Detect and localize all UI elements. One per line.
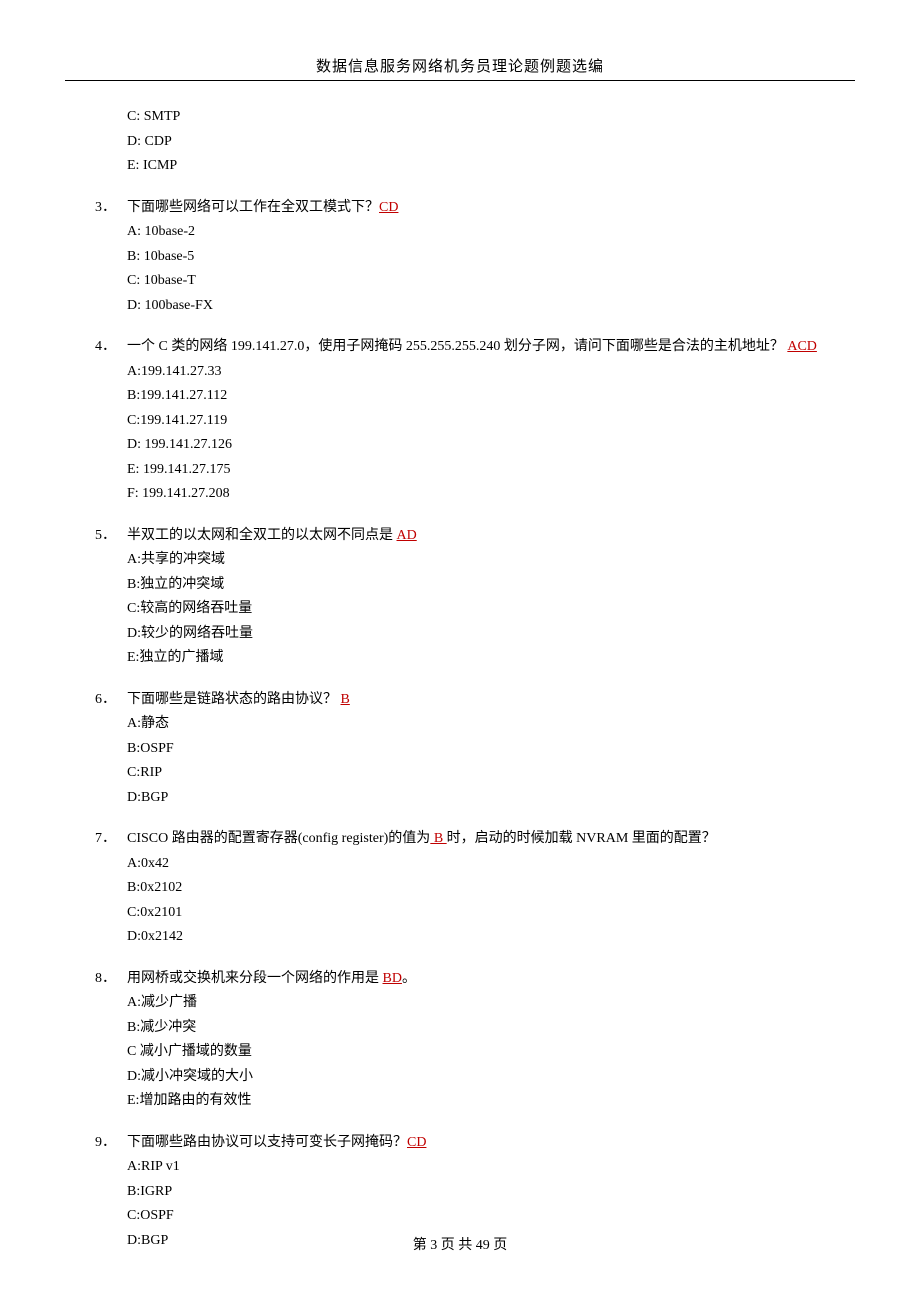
option: B:减少冲突 [95,1016,845,1041]
question-number: 5． [95,524,127,549]
document-page: 数据信息服务网络机务员理论题例题选编 C: SMTP D: CDP E: ICM… [0,0,920,1253]
option: A:RIP v1 [95,1155,845,1180]
question-8: 8． 用网桥或交换机来分段一个网络的作用是 BD。 A:减少广播 B:减少冲突 … [95,967,845,1114]
option: B:OSPF [95,737,845,762]
option: B:0x2102 [95,876,845,901]
answer-key: BD [383,971,402,986]
question-3: 3． 下面哪些网络可以工作在全双工模式下？CD A: 10base-2 B: 1… [95,196,845,319]
question-text-pre: CISCO 路由器的配置寄存器(config register)的值为 [127,831,430,846]
option: C: 10base-T [95,269,845,294]
question-4: 4． 一个 C 类的网络 199.141.27.0，使用子网掩码 255.255… [95,335,845,507]
prev-option: E: ICMP [95,154,845,179]
question-text-pre: 下面哪些路由协议可以支持可变长子网掩码？ [127,1135,407,1150]
option: A: 10base-2 [95,220,845,245]
question-stem: 6． 下面哪些是链路状态的路由协议？ B [95,688,845,713]
question-text-pre: 下面哪些网络可以工作在全双工模式下？ [127,200,379,215]
answer-key: CD [379,200,398,215]
option: D: 100base-FX [95,294,845,319]
question-text-pre: 半双工的以太网和全双工的以太网不同点是 [127,528,397,543]
option: A:0x42 [95,852,845,877]
question-number: 9． [95,1131,127,1156]
option: C:199.141.27.119 [95,409,845,434]
question-text-post: 。 [402,971,416,986]
option: E:独立的广播域 [95,646,845,671]
question-7: 7． CISCO 路由器的配置寄存器(config register)的值为 B… [95,827,845,950]
option: B:199.141.27.112 [95,384,845,409]
question-text: 一个 C 类的网络 199.141.27.0，使用子网掩码 255.255.25… [127,335,845,360]
question-text: 下面哪些网络可以工作在全双工模式下？CD [127,196,845,221]
option: A:静态 [95,712,845,737]
option: E: 199.141.27.175 [95,458,845,483]
question-number: 6． [95,688,127,713]
answer-key: AD [397,528,417,543]
question-text: CISCO 路由器的配置寄存器(config register)的值为 B 时，… [127,827,845,852]
question-5: 5． 半双工的以太网和全双工的以太网不同点是 AD A:共享的冲突域 B:独立的… [95,524,845,671]
question-text: 下面哪些路由协议可以支持可变长子网掩码？CD [127,1131,845,1156]
question-text-pre: 用网桥或交换机来分段一个网络的作用是 [127,971,383,986]
question-number: 7． [95,827,127,852]
option: C:较高的网络吞吐量 [95,597,845,622]
question-number: 3． [95,196,127,221]
question-text: 半双工的以太网和全双工的以太网不同点是 AD [127,524,845,549]
option: A:199.141.27.33 [95,360,845,385]
option: B:IGRP [95,1180,845,1205]
header-rule [65,80,855,81]
question-text-post: 时，启动的时候加载 NVRAM 里面的配置？ [447,831,716,846]
page-footer: 第 3 页 共 49 页 [0,1234,920,1254]
question-number: 8． [95,967,127,992]
question-text-pre: 下面哪些是链路状态的路由协议？ [127,692,341,707]
option: C:0x2101 [95,901,845,926]
prev-option: D: CDP [95,130,845,155]
content-area: C: SMTP D: CDP E: ICMP 3． 下面哪些网络可以工作在全双工… [65,105,855,1253]
option: D:BGP [95,786,845,811]
question-stem: 5． 半双工的以太网和全双工的以太网不同点是 AD [95,524,845,549]
question-number: 4． [95,335,127,360]
question-stem: 9． 下面哪些路由协议可以支持可变长子网掩码？CD [95,1131,845,1156]
option: F: 199.141.27.208 [95,482,845,507]
option: D:减小冲突域的大小 [95,1065,845,1090]
question-stem: 3． 下面哪些网络可以工作在全双工模式下？CD [95,196,845,221]
question-text: 下面哪些是链路状态的路由协议？ B [127,688,845,713]
option: D:较少的网络吞吐量 [95,622,845,647]
option: D: 199.141.27.126 [95,433,845,458]
option: C:OSPF [95,1204,845,1229]
option: D:0x2142 [95,925,845,950]
question-stem: 8． 用网桥或交换机来分段一个网络的作用是 BD。 [95,967,845,992]
question-text: 用网桥或交换机来分段一个网络的作用是 BD。 [127,967,845,992]
question-stem: 4． 一个 C 类的网络 199.141.27.0，使用子网掩码 255.255… [95,335,845,360]
option: B:独立的冲突域 [95,573,845,598]
option: E:增加路由的有效性 [95,1089,845,1114]
question-stem: 7． CISCO 路由器的配置寄存器(config register)的值为 B… [95,827,845,852]
option: A:共享的冲突域 [95,548,845,573]
option: A:减少广播 [95,991,845,1016]
question-text-pre: 一个 C 类的网络 199.141.27.0，使用子网掩码 255.255.25… [127,339,787,354]
answer-key: B [430,831,446,846]
answer-key: CD [407,1135,426,1150]
answer-key: ACD [787,339,817,354]
prev-option: C: SMTP [95,105,845,130]
page-header-title: 数据信息服务网络机务员理论题例题选编 [65,55,855,80]
option: C 减小广播域的数量 [95,1040,845,1065]
option: B: 10base-5 [95,245,845,270]
option: C:RIP [95,761,845,786]
question-6: 6． 下面哪些是链路状态的路由协议？ B A:静态 B:OSPF C:RIP D… [95,688,845,811]
answer-key: B [341,692,350,707]
